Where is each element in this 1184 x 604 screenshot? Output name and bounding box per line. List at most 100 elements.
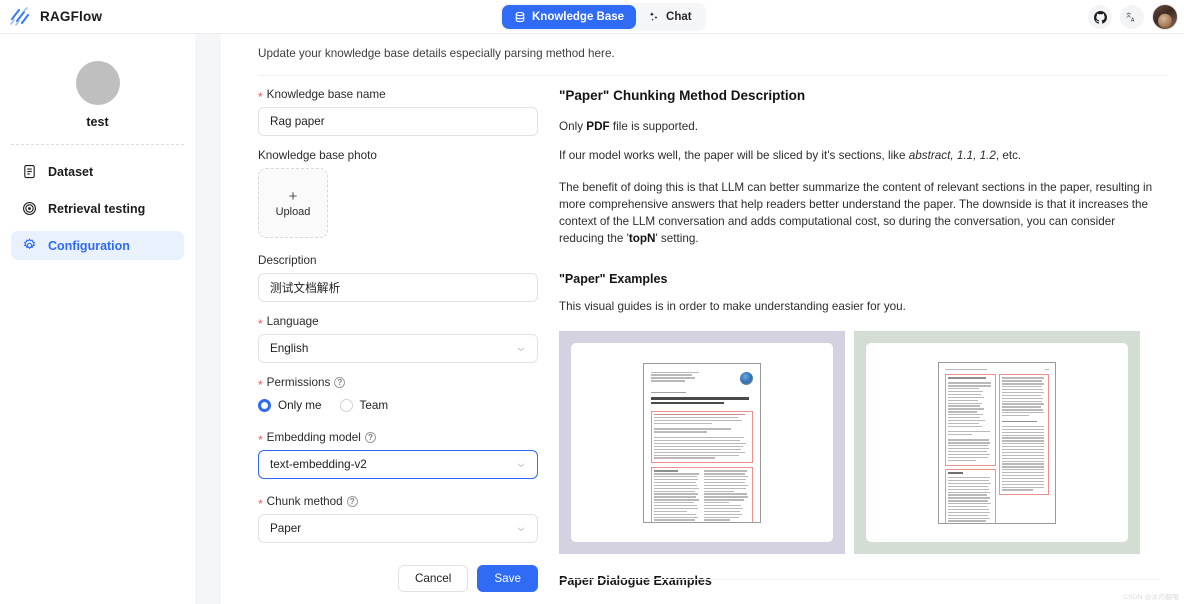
radio-team-label: Team	[359, 398, 389, 412]
tab-chat[interactable]: Chat	[636, 5, 704, 29]
p1-post: file is supported.	[609, 120, 699, 133]
paper-two-column-chunking-example	[938, 361, 1056, 524]
label-knowledge-base-photo: Knowledge base photo	[258, 149, 538, 162]
tab-knowledge-base[interactable]: Knowledge Base	[502, 5, 637, 29]
form-actions: Cancel Save	[258, 565, 538, 592]
label-chunk-method-text: Chunk method	[266, 495, 343, 508]
label-knowledge-base-name-text: Knowledge base name	[266, 88, 386, 101]
sidebar-item-dataset[interactable]: Dataset	[11, 157, 184, 186]
label-language: * Language	[258, 315, 538, 331]
radio-only-me[interactable]: Only me	[258, 398, 322, 412]
knowledge-base-avatar	[75, 61, 120, 105]
required-marker: *	[258, 89, 263, 104]
radio-only-me-label: Only me	[278, 398, 322, 412]
required-marker: *	[258, 316, 263, 331]
gear-icon	[21, 238, 37, 254]
p3-bold: topN	[628, 232, 656, 246]
label-description: Description	[258, 254, 538, 267]
bottom-divider	[559, 579, 1159, 580]
field-permissions: * Permissions ? Only me Team	[258, 376, 538, 415]
p3-post: ' setting.	[655, 232, 699, 246]
sidebar-item-retrieval-testing-label: Retrieval testing	[48, 201, 146, 216]
chevron-down-icon	[516, 524, 526, 534]
examples-gallery	[559, 331, 1159, 555]
permissions-radio-group: Only me Team	[258, 395, 538, 415]
field-description: Description 测试文档解析	[258, 254, 538, 302]
knowledge-base-name: test	[86, 115, 109, 129]
p1-pre: Only	[559, 120, 587, 133]
chat-sparkle-icon	[648, 11, 660, 23]
language-select-value: English	[270, 342, 309, 355]
help-circle-icon[interactable]: ?	[334, 377, 346, 388]
required-marker: *	[258, 432, 263, 447]
label-chunk-method: * Chunk method ?	[258, 495, 538, 511]
watermark: CSDN @水的翻唱	[1123, 594, 1179, 601]
field-knowledge-base-photo: Knowledge base photo + Upload	[258, 149, 538, 238]
cancel-button[interactable]: Cancel	[397, 565, 469, 592]
p2-pre: If our model works well, the paper will …	[559, 149, 909, 163]
sidebar-divider	[11, 144, 184, 145]
tab-chat-label: Chat	[666, 11, 692, 23]
embedding-model-select-value: text-embedding-v2	[270, 458, 367, 471]
radio-dot-icon	[258, 398, 271, 412]
help-circle-icon[interactable]: ?	[364, 432, 376, 443]
header-divider	[258, 75, 1168, 76]
field-embedding-model: * Embedding model ? text-embedding-v2	[258, 431, 538, 479]
help-circle-icon[interactable]: ?	[346, 496, 358, 507]
save-button[interactable]: Save	[477, 565, 538, 592]
top-bar-actions: 文 A	[1088, 0, 1178, 34]
description-input[interactable]: 测试文档解析	[258, 273, 538, 302]
layout-gutter	[195, 34, 221, 604]
target-icon	[21, 201, 37, 217]
sidebar-item-configuration-label: Configuration	[48, 238, 130, 253]
supported-file-paragraph: Only PDF file is supported.	[559, 118, 1159, 135]
translate-icon[interactable]: 文 A	[1120, 5, 1144, 29]
chevron-down-icon	[516, 344, 526, 354]
chevron-down-icon	[516, 460, 526, 470]
database-icon	[514, 11, 526, 23]
embedding-model-select[interactable]: text-embedding-v2	[258, 450, 538, 479]
radio-dot-icon	[339, 398, 353, 412]
label-description-text: Description	[258, 254, 317, 267]
annotation-box	[945, 468, 996, 523]
annotation-box	[998, 374, 1049, 496]
label-embedding-model-text: Embedding model	[266, 431, 361, 444]
ragflow-logo-icon	[8, 5, 32, 29]
knowledge-base-name-input[interactable]: Rag paper	[258, 107, 538, 136]
svg-text:A: A	[1131, 18, 1135, 24]
label-knowledge-base-name: * Knowledge base name	[258, 88, 538, 104]
top-bar: RAGFlow Knowledge Base Chat 文 A	[0, 0, 1184, 34]
sidebar-menu: Dataset Retrieval testing Configuration	[0, 157, 195, 260]
required-marker: *	[258, 377, 263, 392]
upload-label: Upload	[275, 205, 311, 218]
example-image-1[interactable]	[559, 331, 845, 555]
p2-post: , etc.	[995, 149, 1022, 163]
label-knowledge-base-photo-text: Knowledge base photo	[258, 149, 377, 162]
chunk-method-select[interactable]: Paper	[258, 514, 538, 543]
example-image-2[interactable]	[854, 331, 1140, 555]
annotation-box	[945, 374, 996, 466]
sections-paragraph: If our model works well, the paper will …	[559, 147, 1159, 164]
field-chunk-method: * Chunk method ? Paper	[258, 495, 538, 543]
configuration-form: * Knowledge base name Rag paper Knowledg…	[258, 88, 538, 592]
p1-bold: PDF	[586, 120, 610, 133]
label-permissions-text: Permissions	[266, 376, 331, 389]
label-language-text: Language	[266, 315, 319, 328]
examples-title: "Paper" Examples	[559, 271, 668, 286]
github-icon[interactable]	[1088, 5, 1112, 29]
sidebar-item-retrieval-testing[interactable]: Retrieval testing	[11, 194, 184, 223]
radio-team[interactable]: Team	[339, 398, 389, 412]
plus-icon: +	[288, 187, 298, 205]
field-knowledge-base-name: * Knowledge base name Rag paper	[258, 88, 538, 136]
photo-upload-button[interactable]: + Upload	[258, 168, 328, 238]
chunk-method-description-panel: "Paper" Chunking Method Description Only…	[559, 88, 1159, 600]
avatar[interactable]	[1152, 4, 1178, 30]
file-text-icon	[21, 164, 37, 180]
benefit-paragraph: The benefit of doing this is that LLM ca…	[559, 179, 1159, 248]
brand[interactable]: RAGFlow	[0, 5, 300, 29]
annotation-box	[651, 410, 753, 464]
main-nav-tabs: Knowledge Base Chat	[500, 3, 706, 31]
required-marker: *	[258, 496, 263, 511]
language-select[interactable]: English	[258, 334, 538, 363]
sidebar-item-configuration[interactable]: Configuration	[11, 231, 184, 260]
